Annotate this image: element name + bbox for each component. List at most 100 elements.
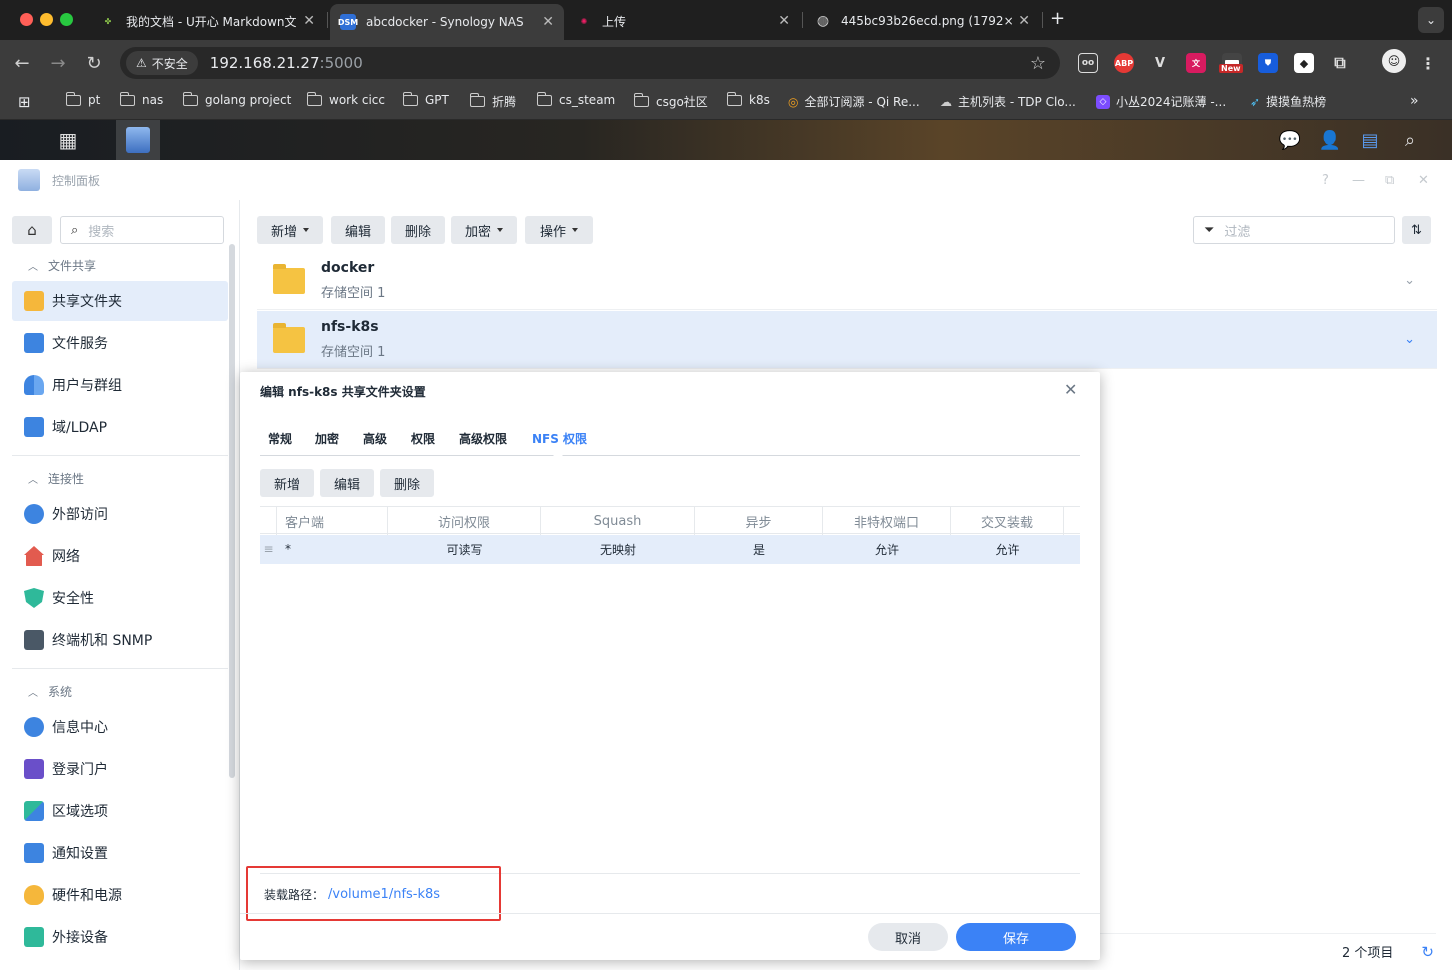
column-squash[interactable]: Squash	[541, 507, 695, 535]
bookmark-link[interactable]: ☁ 主机列表 - TDP Clo...	[940, 93, 1076, 110]
close-tab-icon[interactable]: ✕	[1018, 13, 1030, 29]
tab-permissions[interactable]: 权限	[411, 430, 435, 447]
browser-menu-icon[interactable]: ⋮	[1418, 53, 1438, 73]
bookmark-link[interactable]: ◎ 全部订阅源 - Qi Re...	[788, 93, 920, 110]
bookmark-folder[interactable]: work cicc	[306, 91, 385, 107]
sidebar-item-network[interactable]: 网络	[12, 536, 228, 576]
tab-search-icon[interactable]: ⌄	[1418, 7, 1444, 33]
sidebar-item-info-center[interactable]: 信息中心	[12, 707, 228, 747]
cancel-button[interactable]: 取消	[868, 923, 948, 951]
tab-nfs-permissions[interactable]: NFS 权限	[532, 430, 587, 447]
nfs-create-button[interactable]: 新增	[260, 469, 314, 497]
close-tab-icon[interactable]: ✕	[778, 13, 790, 29]
browser-tab-1[interactable]: ✤ 我的文档 - U开心 Markdown文 ✕	[90, 6, 325, 36]
tab-advanced-permissions[interactable]: 高级权限	[459, 430, 507, 447]
sidebar-item-external-devices[interactable]: 外接设备	[12, 917, 228, 957]
column-async[interactable]: 异步	[695, 507, 823, 535]
forward-icon[interactable]: →	[45, 50, 71, 76]
close-icon[interactable]: ✕	[1064, 380, 1077, 399]
tab-encryption[interactable]: 加密	[315, 430, 339, 447]
close-window-button[interactable]	[20, 13, 33, 26]
tab-general[interactable]: 常规	[268, 430, 292, 447]
list-item-selected[interactable]: nfs-k8s 存储空间 1 ⌄	[257, 311, 1437, 369]
browser-tab-2[interactable]: DSM abcdocker - Synology NAS ✕	[330, 4, 564, 40]
delete-button[interactable]: 删除	[391, 216, 445, 244]
address-bar[interactable]: ⚠ 不安全 192.168.21.27 :5000 ☆	[120, 47, 1060, 79]
table-row[interactable]: ≡ * 可读写 无映射 是 允许 允许	[260, 535, 1080, 564]
notification-chat-icon[interactable]: 💬	[1270, 120, 1310, 160]
zoom-window-button[interactable]	[60, 13, 73, 26]
sort-icon[interactable]: ⇅	[1402, 216, 1431, 244]
browser-tab-3[interactable]: ✺ 上传 ✕	[566, 6, 800, 36]
sidebar-item-hardware-power[interactable]: 硬件和电源	[12, 875, 228, 915]
maximize-icon[interactable]: ⧉	[1385, 173, 1394, 188]
section-connectivity[interactable]: ︿ 连接性	[28, 470, 84, 487]
apps-grid-icon[interactable]: ⊞	[18, 93, 31, 111]
nfs-delete-button[interactable]: 删除	[380, 469, 434, 497]
bookmark-folder[interactable]: cs_steam	[536, 91, 615, 107]
bitwarden-icon[interactable]: ⛊	[1258, 53, 1278, 73]
action-button[interactable]: 操作	[525, 216, 593, 244]
list-item[interactable]: docker 存储空间 1 ⌄	[257, 252, 1437, 310]
extension-new-icon[interactable]: New	[1219, 53, 1243, 73]
site-info-chip[interactable]: ⚠ 不安全	[126, 51, 198, 75]
reload-icon[interactable]: ↻	[81, 50, 107, 76]
back-icon[interactable]: ←	[9, 50, 35, 76]
bookmark-folder[interactable]: nas	[119, 91, 163, 107]
sidebar-scrollbar[interactable]	[229, 244, 235, 778]
extension-cube-icon[interactable]: ◆	[1294, 53, 1314, 73]
new-tab-button[interactable]: +	[1050, 8, 1065, 29]
bookmark-folder[interactable]: golang project	[182, 91, 291, 107]
sidebar-item-users-groups[interactable]: 用户与群组	[12, 365, 228, 405]
extension-v-icon[interactable]: V	[1150, 53, 1170, 73]
column-cross-mount[interactable]: 交叉装载	[951, 507, 1064, 535]
home-icon[interactable]: ⌂	[12, 216, 52, 244]
bookmark-folder[interactable]: k8s	[726, 91, 770, 107]
sidebar-item-regional-options[interactable]: 区域选项	[12, 791, 228, 831]
minimize-window-button[interactable]	[40, 13, 53, 26]
extensions-puzzle-icon[interactable]: ⧉	[1330, 53, 1350, 73]
nfs-edit-button[interactable]: 编辑	[320, 469, 374, 497]
profile-avatar[interactable]: ☺	[1382, 49, 1406, 73]
sidebar-search-input[interactable]: ⌕ 搜索	[60, 216, 224, 244]
column-access[interactable]: 访问权限	[388, 507, 541, 535]
user-icon[interactable]: 👤	[1310, 120, 1350, 160]
bookmark-folder[interactable]: pt	[65, 91, 100, 107]
help-icon[interactable]: ?	[1322, 173, 1329, 188]
bookmark-link[interactable]: ◇ 小丛2024记账薄 -...	[1096, 93, 1226, 110]
edit-button[interactable]: 编辑	[331, 216, 385, 244]
bookmark-star-icon[interactable]: ☆	[1030, 53, 1046, 74]
sidebar-item-ldap[interactable]: 域/LDAP	[12, 407, 228, 447]
column-non-privileged-port[interactable]: 非特权端口	[823, 507, 951, 535]
bookmark-link[interactable]: ➶ 摸摸鱼热榜	[1250, 93, 1326, 110]
adblock-icon[interactable]: ABP	[1114, 53, 1134, 73]
save-button[interactable]: 保存	[956, 923, 1076, 951]
sidebar-item-shared-folder[interactable]: 共享文件夹	[12, 281, 228, 321]
refresh-icon[interactable]: ↻	[1421, 943, 1434, 961]
mount-path-link[interactable]: /volume1/nfs-k8s	[328, 887, 440, 902]
control-panel-taskbar-icon[interactable]	[116, 120, 160, 160]
search-icon[interactable]: ⌕	[1390, 120, 1430, 160]
filter-input[interactable]: ⏷ 过滤	[1193, 216, 1395, 244]
bookmark-folder[interactable]: csgo社区	[633, 93, 708, 110]
bookmark-folder[interactable]: 折腾	[469, 93, 516, 110]
section-file-sharing[interactable]: ︿ 文件共享	[28, 257, 96, 274]
widgets-icon[interactable]: ▤	[1350, 120, 1390, 160]
minimize-icon[interactable]: —	[1352, 173, 1365, 188]
sidebar-item-notification[interactable]: 通知设置	[12, 833, 228, 873]
create-button[interactable]: 新增	[257, 216, 323, 244]
extension-glasses-icon[interactable]: oo	[1078, 53, 1098, 73]
close-tab-icon[interactable]: ✕	[542, 14, 554, 30]
main-menu-icon[interactable]: ▦	[48, 120, 88, 160]
chevron-down-icon[interactable]: ⌄	[1404, 273, 1415, 288]
column-client[interactable]: 客户端	[277, 507, 388, 535]
browser-tab-4[interactable]: ◍ 445bc93b26ecd.png (1792× ✕	[805, 6, 1040, 36]
bookmark-folder[interactable]: GPT	[402, 91, 449, 107]
tab-advanced[interactable]: 高级	[363, 430, 387, 447]
sidebar-item-security[interactable]: 安全性	[12, 578, 228, 618]
sidebar-item-file-services[interactable]: 文件服务	[12, 323, 228, 363]
more-bookmarks-button[interactable]: »	[1410, 93, 1419, 109]
sidebar-item-login-portal[interactable]: 登录门户	[12, 749, 228, 789]
drag-handle-icon[interactable]: ≡	[260, 535, 277, 563]
sidebar-item-terminal-snmp[interactable]: 终端机和 SNMP	[12, 620, 228, 660]
